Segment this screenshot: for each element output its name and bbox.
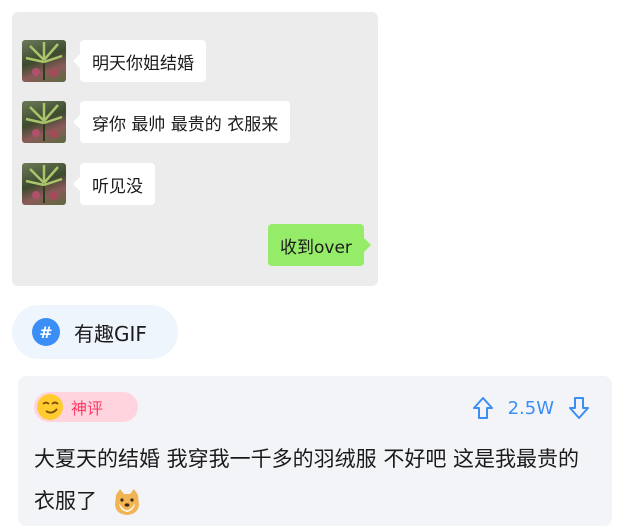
message-bubble-sent: 收到over — [268, 224, 371, 266]
hash-icon: # — [32, 318, 60, 346]
upvote-icon[interactable] — [472, 396, 494, 420]
downvote-icon[interactable] — [568, 396, 590, 420]
god-comment-badge: 神评 — [34, 392, 138, 422]
message-bubble: 明天你姐结婚 — [73, 40, 206, 82]
badge-label: 神评 — [71, 399, 104, 418]
message-bubble: 听见没 — [73, 163, 155, 205]
top-comment-card: 神评 2.5W 大夏天的结婚 我穿我一千多的羽绒服 不好吧 这是我最贵的衣服了 — [18, 376, 612, 526]
vote-controls: 2.5W — [472, 396, 590, 420]
doge-emoji-icon — [112, 487, 142, 517]
contact-avatar — [22, 101, 66, 143]
smirk-face-icon — [37, 394, 63, 420]
contact-avatar — [22, 40, 66, 82]
chat-screenshot: 明天你姐结婚 穿你 最帅 最贵的 衣服来 听见没 收到over — [12, 12, 378, 286]
chat-message-received: 听见没 — [22, 163, 155, 205]
topic-tag[interactable]: # 有趣GIF — [12, 305, 178, 359]
chat-message-sent: 收到over — [268, 224, 371, 266]
vote-count: 2.5W — [507, 397, 554, 419]
comment-body: 大夏天的结婚 我穿我一千多的羽绒服 不好吧 这是我最贵的衣服了 — [34, 438, 594, 522]
chat-message-received: 明天你姐结婚 — [22, 40, 206, 82]
topic-label: 有趣GIF — [74, 321, 147, 346]
message-bubble: 穿你 最帅 最贵的 衣服来 — [72, 101, 291, 143]
chat-message-received: 穿你 最帅 最贵的 衣服来 — [22, 101, 291, 143]
contact-avatar — [22, 163, 66, 205]
